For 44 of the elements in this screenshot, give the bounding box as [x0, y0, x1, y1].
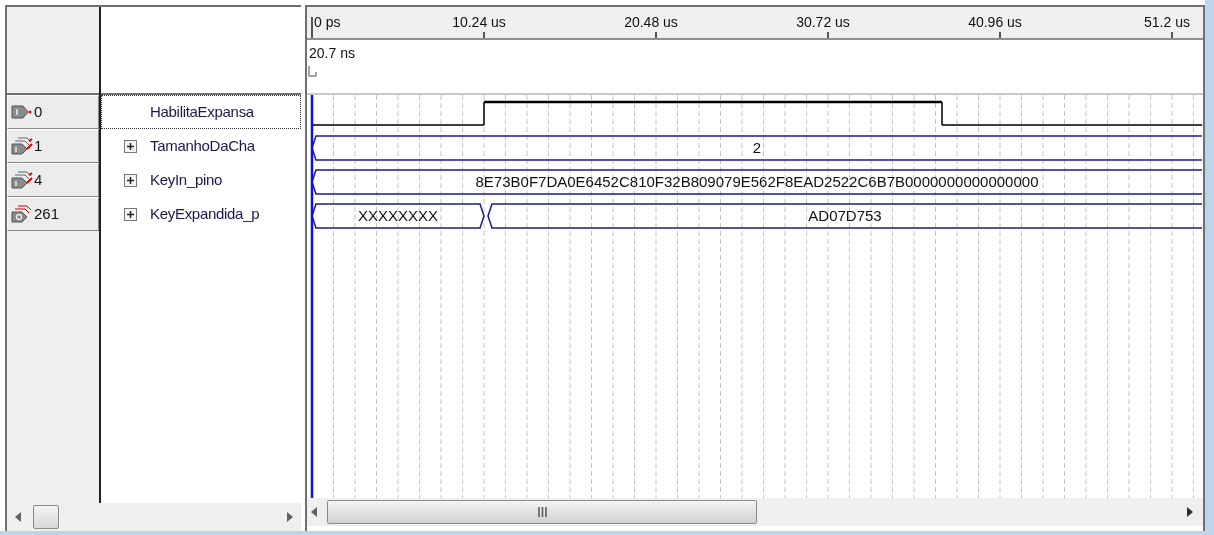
scroll-left-icon[interactable]	[15, 512, 21, 522]
node-value-cell[interactable]: 0	[7, 95, 99, 129]
scroll-left-icon[interactable]	[311, 507, 317, 517]
pin-icon	[11, 103, 33, 121]
scrollbar-thumb[interactable]	[327, 500, 757, 524]
node-value: 261	[34, 203, 60, 224]
node-name-row[interactable]: HabilitaExpansa	[101, 95, 301, 129]
node-name: KeyExpandida_p	[150, 203, 260, 224]
node-name: KeyIn_pino	[150, 169, 223, 190]
tick-label: 20.48 us	[624, 14, 678, 30]
pin-icon	[11, 205, 33, 223]
cursor-marker-icon	[308, 65, 317, 77]
node-name-row[interactable]: KeyExpandida_p	[101, 197, 301, 231]
node-value: 0	[34, 101, 43, 122]
expand-icon[interactable]	[124, 139, 137, 153]
scroll-right-icon[interactable]	[1187, 507, 1193, 517]
expand-icon[interactable]	[124, 207, 137, 221]
node-name-row[interactable]: TamanhoDaCha	[101, 129, 301, 163]
tick-label: 40.96 us	[968, 14, 1022, 30]
node-value-cell[interactable]: 4	[7, 163, 99, 197]
scrollbar[interactable]	[7, 503, 301, 531]
scroll-right-icon[interactable]	[287, 512, 293, 522]
grip-icon	[537, 507, 547, 517]
bus-value: AD07D753	[808, 207, 882, 224]
node-value-cell[interactable]: 1	[7, 129, 99, 163]
scrollbar-thumb[interactable]	[33, 505, 59, 529]
node-value: 1	[34, 135, 43, 156]
pin-icon	[11, 137, 33, 155]
node-name: HabilitaExpansa	[150, 101, 254, 122]
bus-value: XXXXXXXX	[358, 207, 438, 224]
node-name-row[interactable]: KeyIn_pino	[101, 163, 301, 197]
cursor-time-label: 20.7 ns	[309, 45, 355, 61]
node-name: TamanhoDaCha	[150, 135, 255, 156]
node-value-cell[interactable]: 261	[7, 197, 99, 231]
node-value: 4	[34, 169, 43, 190]
tick-label: 51.2 us	[1144, 14, 1190, 30]
scrollbar[interactable]	[307, 498, 1203, 526]
tick-label: 30.72 us	[796, 14, 850, 30]
bus-value: 2	[752, 139, 762, 156]
bus-value: 8E73B0F7DA0E6452C810F32B809079E562F8EAD2522C6B7B0000000000000000	[475, 173, 1039, 190]
expand-icon[interactable]	[124, 173, 137, 187]
tick-label: 0 ps	[314, 14, 341, 30]
tick-label: 10.24 us	[452, 14, 506, 30]
pin-icon	[11, 171, 33, 189]
